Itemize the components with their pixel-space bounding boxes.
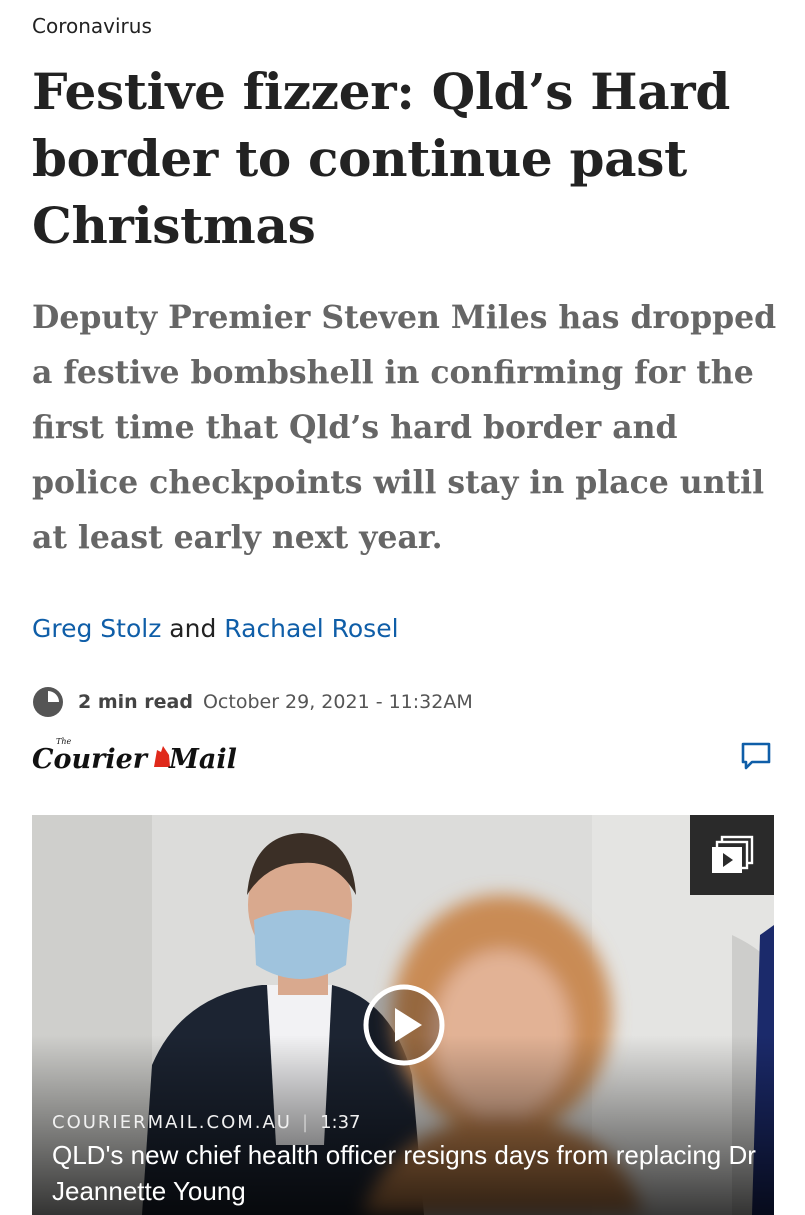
svg-text:Mail: Mail	[168, 744, 237, 775]
courier-mail-logo[interactable]: The Courier Mail	[32, 735, 247, 775]
author-joiner: and	[169, 614, 217, 643]
author-link-2[interactable]: Rachael Rosel	[224, 614, 398, 643]
video-title[interactable]: QLD's new chief health officer resigns d…	[52, 1137, 762, 1209]
brand-row: The Courier Mail	[32, 735, 772, 779]
publish-date: October 29, 2021 - 11:32AM	[202, 691, 473, 713]
headline: Festive fizzer: Qld’s Hard border to con…	[32, 62, 731, 255]
clock-icon	[33, 687, 63, 717]
read-time: 2 min read	[78, 691, 193, 713]
comment-icon[interactable]	[740, 741, 772, 771]
standfirst: Deputy Premier Steven Miles has dropped …	[32, 299, 777, 556]
svg-text:Courier: Courier	[32, 744, 149, 775]
byline: Greg Stolz and Rachael Rosel	[32, 614, 399, 643]
video-separator: |	[302, 1112, 311, 1133]
article-meta: 2 min read October 29, 2021 - 11:32AM	[32, 684, 473, 720]
play-icon[interactable]	[362, 983, 446, 1067]
video-source-label: COURIERMAIL.COM.AU	[52, 1112, 292, 1133]
section-label[interactable]: Coronavirus	[32, 14, 152, 38]
video-source: COURIERMAIL.COM.AU | 1:37	[52, 1112, 361, 1133]
author-link-1[interactable]: Greg Stolz	[32, 614, 161, 643]
video-playlist-badge[interactable]	[690, 815, 774, 895]
video-playlist-icon	[712, 835, 754, 873]
video-duration: 1:37	[320, 1112, 361, 1133]
video-player[interactable]: COURIERMAIL.COM.AU | 1:37 QLD's new chief …	[32, 815, 774, 1215]
